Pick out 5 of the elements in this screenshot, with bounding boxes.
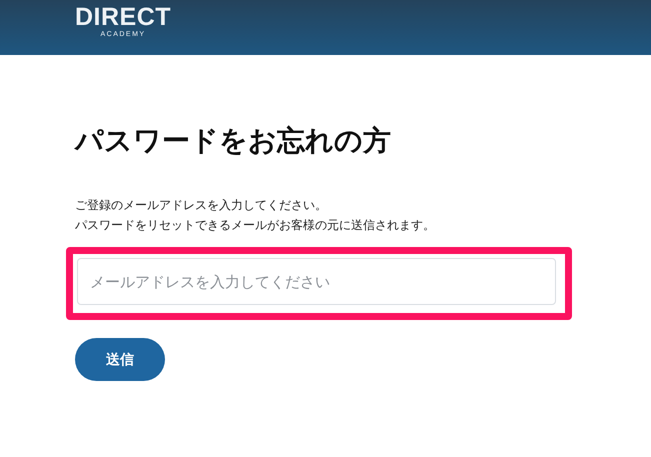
page-title: パスワードをお忘れの方: [75, 123, 392, 159]
instruction-text: パスワードをリセットできるメールがお客様の元に送信されます。: [75, 217, 436, 234]
instruction-text: ご登録のメールアドレスを入力してください。: [75, 197, 328, 214]
email-input-field[interactable]: メールアドレスを入力してください: [77, 258, 556, 305]
submit-button[interactable]: 送信: [75, 338, 165, 381]
